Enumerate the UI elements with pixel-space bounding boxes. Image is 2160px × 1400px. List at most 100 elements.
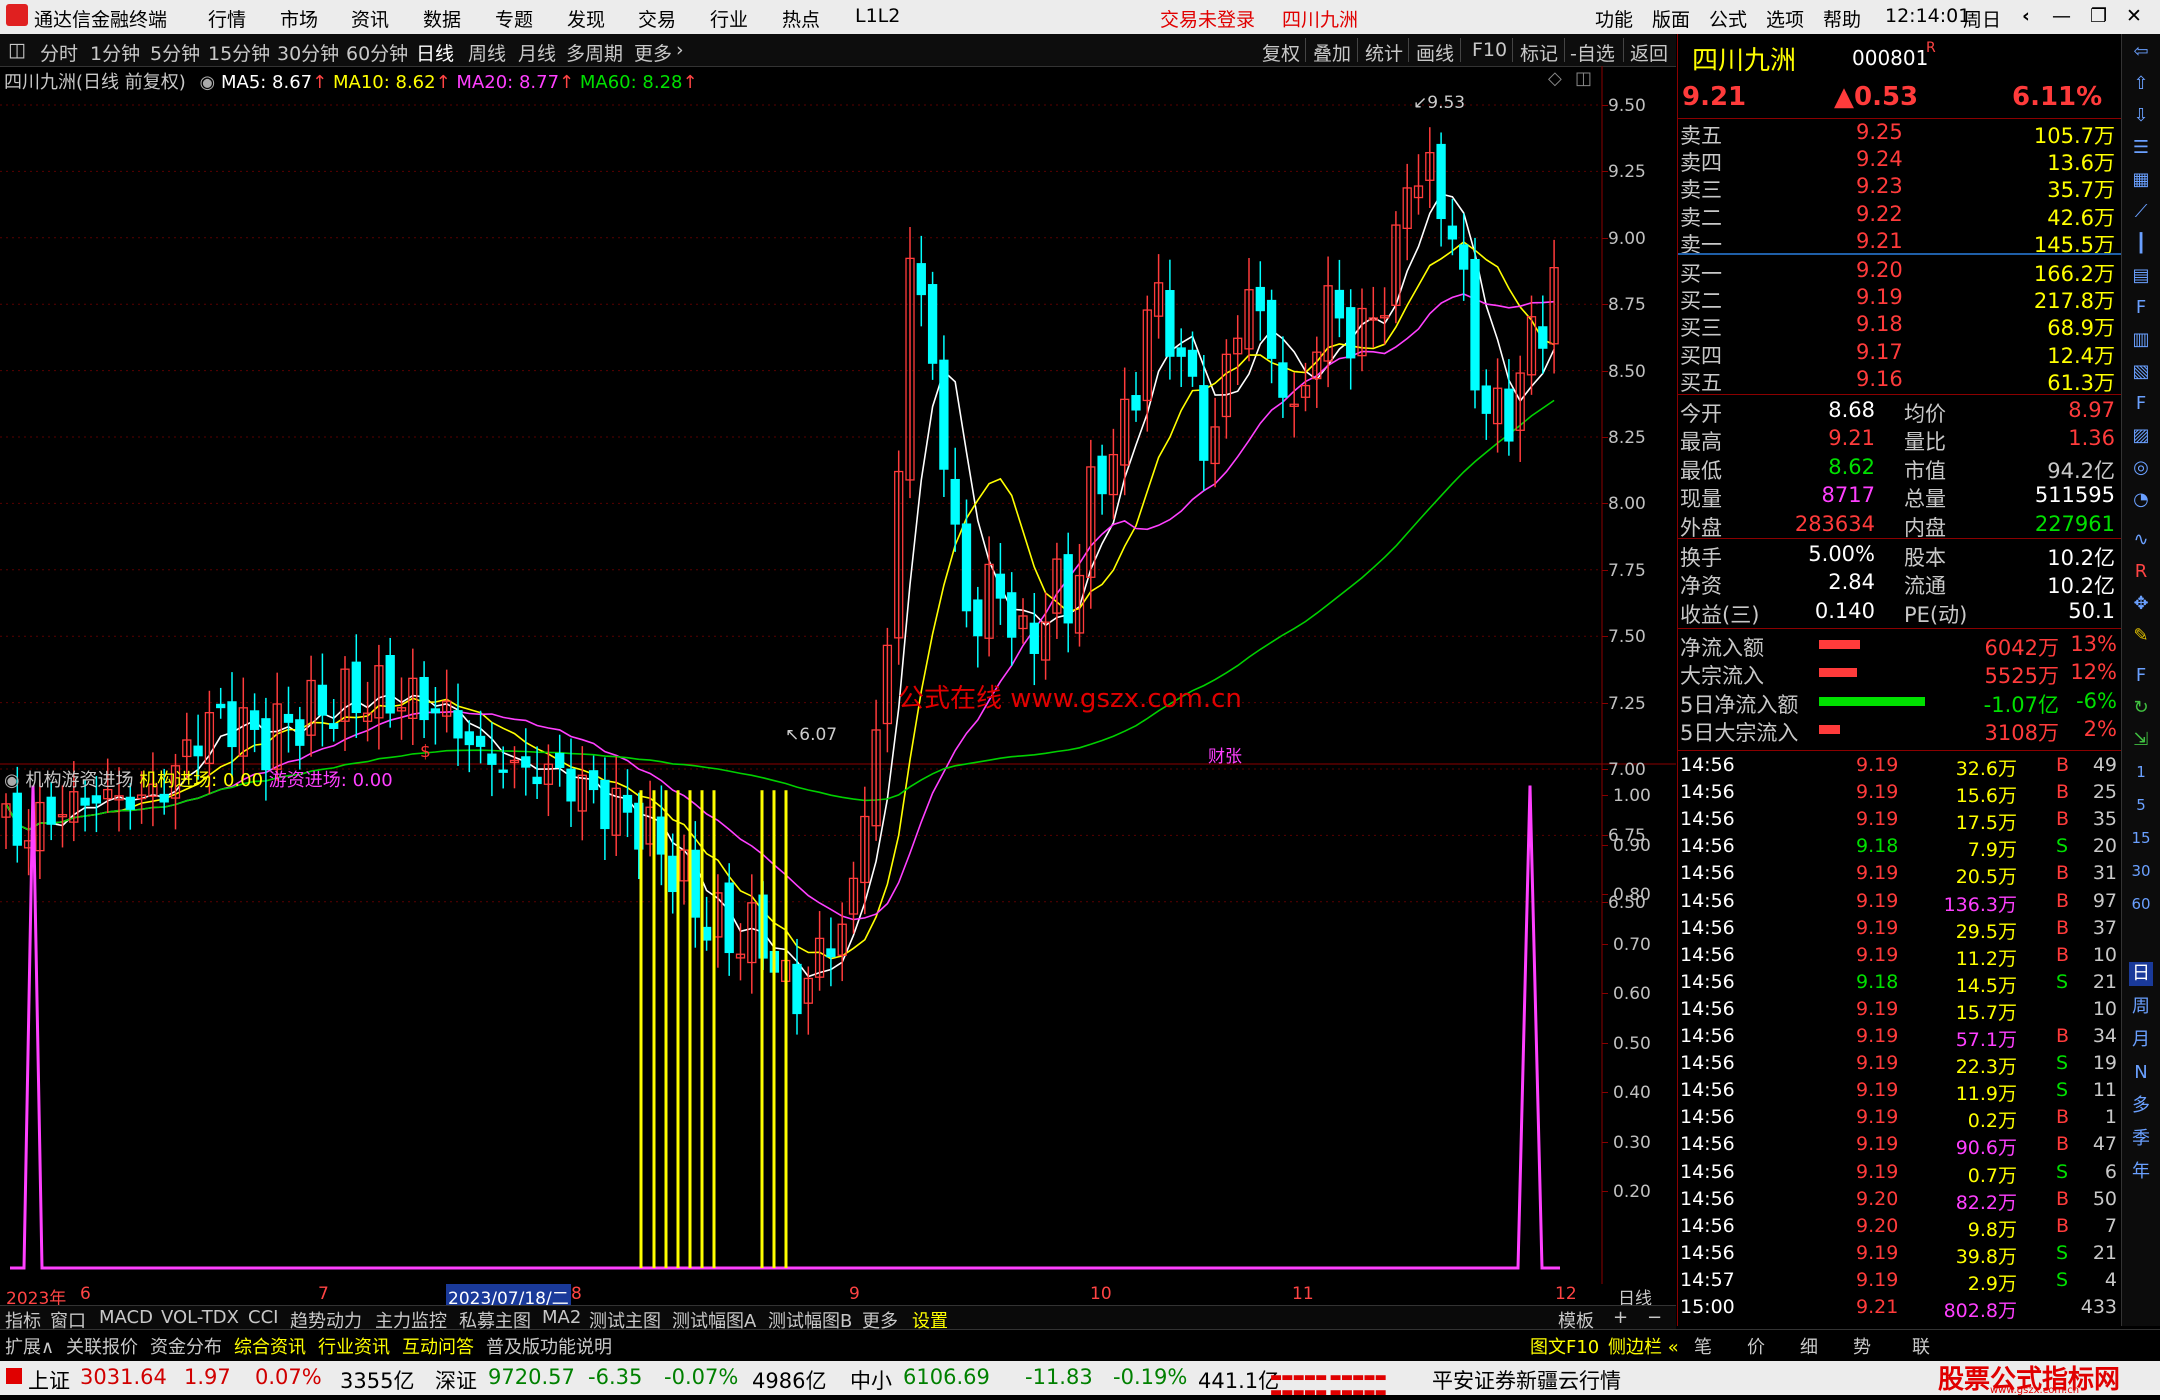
bid-row[interactable]: 买二 9.19 217.8万 bbox=[1678, 285, 2121, 313]
chevron-right-icon[interactable]: › bbox=[676, 39, 684, 61]
pie-icon[interactable]: ◔ bbox=[2129, 488, 2153, 512]
finance-icon[interactable]: F bbox=[2129, 296, 2153, 320]
period-1min[interactable]: 1分钟 bbox=[90, 39, 140, 66]
panel-icon[interactable]: ◫ bbox=[1575, 68, 1592, 89]
indicator-toggle-icon[interactable]: ◉ bbox=[4, 770, 20, 791]
ext-related[interactable]: 关联报价 bbox=[66, 1333, 138, 1359]
tool-overlay[interactable]: 叠加 bbox=[1313, 39, 1351, 66]
tool-adjust[interactable]: 复权 bbox=[1262, 39, 1300, 66]
side-period-tab[interactable]: 周 bbox=[2129, 995, 2153, 1019]
menu-help[interactable]: 帮助 bbox=[1823, 5, 1861, 32]
grid-icon[interactable]: ▦ bbox=[2129, 168, 2153, 192]
chart-area[interactable]: 四川九洲(日线 前复权) ◉ MA5: 8.67↑ MA10: 8.62↑ MA… bbox=[0, 66, 1676, 1284]
zx-name[interactable]: 中小 bbox=[850, 1365, 892, 1395]
side-period-num[interactable]: 5 bbox=[2129, 793, 2153, 817]
period-60min[interactable]: 60分钟 bbox=[346, 39, 408, 66]
back-icon[interactable]: ‹ bbox=[2022, 5, 2030, 27]
tool-stats[interactable]: 统计 bbox=[1365, 39, 1403, 66]
period-30min[interactable]: 30分钟 bbox=[277, 39, 339, 66]
period-multi[interactable]: 多周期 bbox=[566, 39, 623, 66]
menu-discover[interactable]: 发现 bbox=[567, 5, 605, 32]
menu-markets[interactable]: 市场 bbox=[280, 5, 318, 32]
arrow-up-icon[interactable]: ⇧ bbox=[2129, 72, 2153, 96]
menu-data[interactable]: 数据 bbox=[423, 5, 461, 32]
list-icon[interactable]: ☰ bbox=[2129, 136, 2153, 160]
ext-sidebar[interactable]: 侧边栏 « bbox=[1608, 1333, 1679, 1359]
side-period-tab[interactable]: 月 bbox=[2129, 1028, 2153, 1052]
menu-formula[interactable]: 公式 bbox=[1709, 5, 1747, 32]
side-period-num[interactable]: 15 bbox=[2129, 826, 2153, 850]
sz-name[interactable]: 深证 bbox=[435, 1365, 477, 1395]
ask-row[interactable]: 卖四 9.24 13.6万 bbox=[1678, 147, 2121, 175]
side-period-tab[interactable]: 多 bbox=[2129, 1094, 2153, 1118]
side-period-num[interactable]: 60 bbox=[2129, 892, 2153, 916]
pencil-icon[interactable]: ✎ bbox=[2129, 624, 2153, 648]
menu-industry[interactable]: 行业 bbox=[710, 5, 748, 32]
bar-icon[interactable]: ▨ bbox=[2129, 424, 2153, 448]
ext-news[interactable]: 综合资讯 bbox=[234, 1333, 306, 1359]
bid-row[interactable]: 买五 9.16 61.3万 bbox=[1678, 367, 2121, 395]
table-icon[interactable]: ▤ bbox=[2129, 264, 2153, 288]
period-intraday[interactable]: 分时 bbox=[40, 39, 78, 66]
f5-icon[interactable]: F bbox=[2129, 664, 2153, 688]
side-period-tab[interactable]: N bbox=[2129, 1061, 2153, 1085]
tab-cci[interactable]: CCI bbox=[248, 1307, 278, 1328]
ext-tab-pen[interactable]: 笔 bbox=[1694, 1333, 1712, 1359]
period-weekly[interactable]: 周线 bbox=[468, 39, 506, 66]
login-status[interactable]: 交易未登录 bbox=[1160, 5, 1255, 32]
ext-qa[interactable]: 互动问答 bbox=[402, 1333, 474, 1359]
ask-row[interactable]: 卖三 9.23 35.7万 bbox=[1678, 174, 2121, 202]
menu-layout[interactable]: 版面 bbox=[1652, 5, 1690, 32]
ext-expand[interactable]: 扩展∧ bbox=[5, 1333, 54, 1359]
ask-row[interactable]: 卖五 9.25 105.7万 bbox=[1678, 120, 2121, 148]
side-period-tab[interactable]: 年 bbox=[2129, 1160, 2153, 1184]
legend-toggle-icon[interactable]: ◉ bbox=[200, 72, 216, 93]
kline-chart[interactable] bbox=[0, 66, 1676, 1284]
ext-f10[interactable]: 图文F10 bbox=[1530, 1333, 1599, 1359]
wave-icon[interactable]: ∿ bbox=[2129, 528, 2153, 552]
ask-row[interactable]: 卖二 9.22 42.6万 bbox=[1678, 202, 2121, 230]
f12-icon[interactable]: F bbox=[2129, 392, 2153, 416]
tab-macd[interactable]: MACD bbox=[99, 1307, 153, 1328]
tab-ma2[interactable]: MA2 bbox=[542, 1307, 581, 1328]
side-period-tab[interactable]: 季 bbox=[2129, 1127, 2153, 1151]
arrow-left-icon[interactable]: ⇦ bbox=[2129, 40, 2153, 64]
tool-watchlist[interactable]: -自选 bbox=[1570, 39, 1615, 66]
menu-trade[interactable]: 交易 bbox=[638, 5, 676, 32]
close-icon[interactable]: ✕ bbox=[2126, 5, 2142, 27]
menu-options[interactable]: 选项 bbox=[1766, 5, 1804, 32]
ext-industry[interactable]: 行业资讯 bbox=[318, 1333, 390, 1359]
diamond-icon[interactable]: ◇ bbox=[1548, 68, 1562, 89]
tab-add[interactable]: + bbox=[1613, 1307, 1628, 1328]
kline-icon[interactable]: ┃ bbox=[2129, 232, 2153, 256]
chart-icon[interactable]: ▧ bbox=[2129, 360, 2153, 384]
side-period-num[interactable]: 30 bbox=[2129, 859, 2153, 883]
period-15min[interactable]: 15分钟 bbox=[208, 39, 270, 66]
tab-vol[interactable]: VOL-TDX bbox=[161, 1307, 239, 1328]
ext-help[interactable]: 普及版功能说明 bbox=[486, 1333, 612, 1359]
menu-function[interactable]: 功能 bbox=[1595, 5, 1633, 32]
circle-icon[interactable]: ◎ bbox=[2129, 456, 2153, 480]
period-daily[interactable]: 日线 bbox=[416, 39, 454, 66]
tab-remove[interactable]: − bbox=[1647, 1307, 1662, 1328]
doc-icon[interactable]: ▥ bbox=[2129, 328, 2153, 352]
tool-back[interactable]: 返回 bbox=[1630, 39, 1668, 66]
side-period-tab[interactable]: 日 bbox=[2129, 962, 2153, 986]
trend-icon[interactable]: ⟋ bbox=[2129, 200, 2153, 224]
menu-l1l2[interactable]: L1L2 bbox=[855, 5, 900, 27]
period-5min[interactable]: 5分钟 bbox=[150, 39, 200, 66]
ext-tab-link[interactable]: 联 bbox=[1912, 1333, 1930, 1359]
move-icon[interactable]: ✥ bbox=[2129, 592, 2153, 616]
tool-mark[interactable]: 标记 bbox=[1520, 39, 1558, 66]
bid-row[interactable]: 买一 9.20 166.2万 bbox=[1678, 258, 2121, 286]
export-icon[interactable]: ⇲ bbox=[2129, 728, 2153, 752]
ext-tab-detail[interactable]: 细 bbox=[1800, 1333, 1818, 1359]
event-mark-dividend[interactable]: $ bbox=[420, 742, 431, 762]
toggle-panel-icon[interactable]: ◫ bbox=[8, 39, 26, 61]
bid-row[interactable]: 买三 9.18 68.9万 bbox=[1678, 312, 2121, 340]
arrow-down-icon[interactable]: ⇩ bbox=[2129, 104, 2153, 128]
minimize-icon[interactable]: — bbox=[2052, 5, 2071, 27]
ext-capital[interactable]: 资金分布 bbox=[150, 1333, 222, 1359]
bid-row[interactable]: 买四 9.17 12.4万 bbox=[1678, 340, 2121, 368]
rsi-icon[interactable]: R bbox=[2129, 560, 2153, 584]
